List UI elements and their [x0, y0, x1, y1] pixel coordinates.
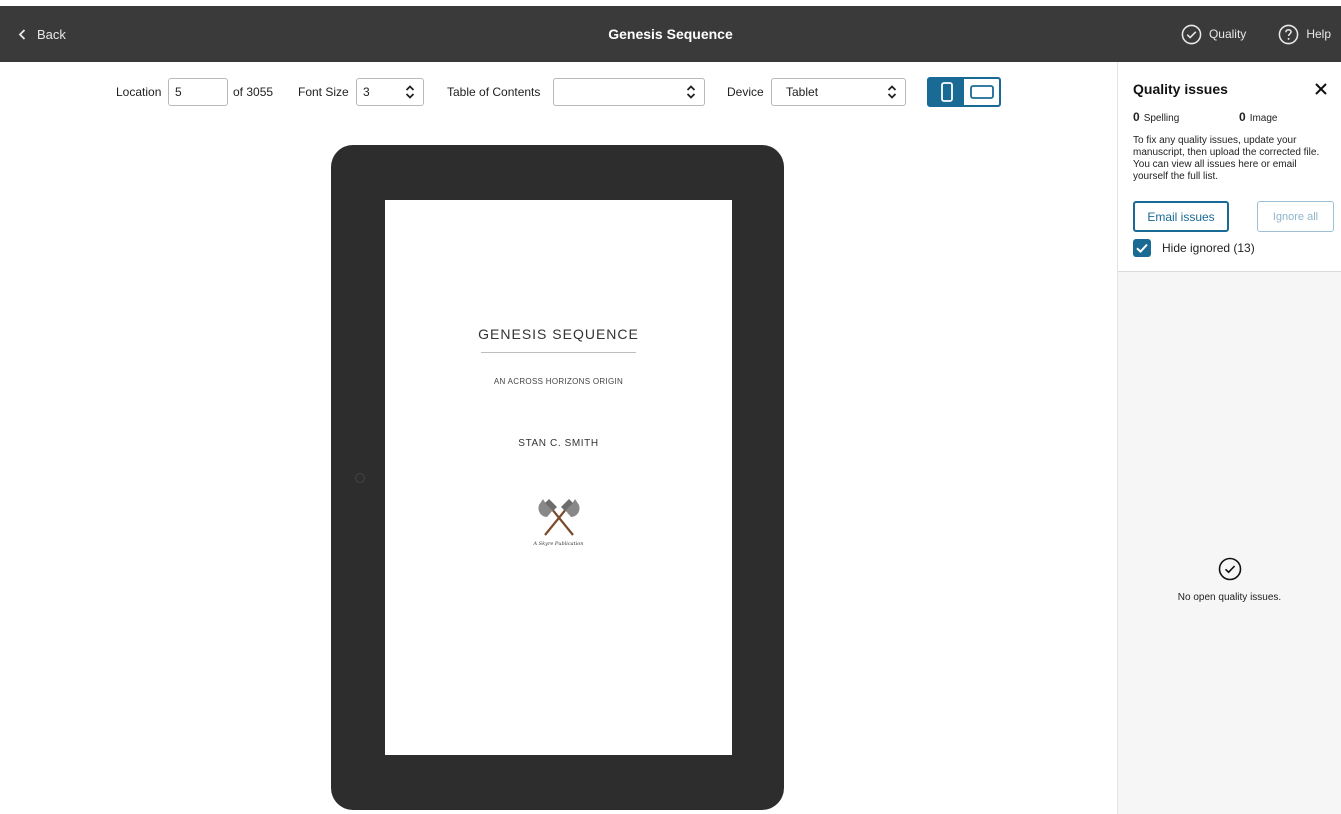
page-title: Genesis Sequence: [608, 26, 733, 42]
hide-ignored-label: Hide ignored (13): [1162, 241, 1255, 255]
help-button[interactable]: Help: [1278, 24, 1331, 45]
device-label: Device: [727, 85, 764, 99]
check-circle-icon: [1218, 557, 1241, 581]
tablet-camera: [355, 473, 365, 483]
location-field[interactable]: [168, 78, 228, 106]
publisher-logo-text: A Skyre Publication: [533, 541, 584, 547]
device-value: Tablet: [786, 85, 819, 99]
spelling-label: Spelling: [1143, 113, 1180, 124]
device-select[interactable]: Tablet: [771, 78, 906, 106]
check-circle-icon: [1181, 24, 1202, 44]
close-icon[interactable]: [1314, 82, 1328, 96]
spelling-stat: 0 Spelling: [1133, 110, 1179, 124]
orientation-toggle: [927, 77, 1001, 107]
book-title: GENESIS SEQUENCE: [478, 326, 639, 342]
spelling-count: 0: [1133, 110, 1140, 124]
tablet-preview: GENESIS SEQUENCE AN ACROSS HORIZONS ORIG…: [331, 145, 784, 810]
quality-label: Quality: [1208, 27, 1247, 41]
font-size-value: 3: [363, 85, 370, 99]
hide-ignored-checkbox[interactable]: [1133, 239, 1151, 257]
landscape-icon: [969, 85, 994, 99]
back-button[interactable]: Back: [18, 6, 66, 62]
location-total: of 3055: [233, 85, 274, 99]
quality-description: To fix any quality issues, update your m…: [1133, 135, 1320, 182]
quality-panel: Quality issues 0 Spelling 0 Image To fix a…: [1117, 62, 1341, 814]
chevron-left-icon: [18, 28, 26, 40]
top-nav: Quality Help: [1181, 6, 1331, 62]
quality-panel-title: Quality issues: [1133, 81, 1228, 97]
empty-state: No open quality issues.: [1118, 557, 1341, 603]
up-down-chevron-icon: [405, 85, 415, 99]
image-label: Image: [1249, 113, 1278, 124]
toc-label: Table of Contents: [447, 85, 541, 99]
preview-toolbar: Location of 3055 Font Size 3 Table of Co…: [0, 77, 1116, 107]
help-circle-icon: [1278, 24, 1299, 44]
up-down-chevron-icon: [686, 85, 696, 99]
back-label: Back: [37, 26, 66, 42]
ignore-all-button[interactable]: Ignore all: [1257, 201, 1334, 232]
font-size-select[interactable]: 3: [356, 78, 424, 106]
up-down-chevron-icon: [887, 85, 897, 99]
landscape-button[interactable]: [964, 79, 999, 105]
location-label: Location: [116, 85, 162, 99]
quality-panel-header: Quality issues 0 Spelling 0 Image To fix a…: [1118, 62, 1341, 272]
location-input[interactable]: [175, 85, 227, 99]
title-divider: [481, 352, 636, 353]
checkmark-icon: [1136, 243, 1148, 254]
email-issues-button[interactable]: Email issues: [1133, 201, 1229, 232]
quality-button[interactable]: Quality: [1181, 24, 1246, 45]
font-size-label: Font Size: [298, 85, 349, 99]
image-count: 0: [1239, 110, 1246, 124]
book-author: STAN C. SMITH: [518, 438, 599, 449]
portrait-icon: [940, 82, 953, 102]
book-subtitle: AN ACROSS HORIZONS ORIGIN: [493, 377, 624, 386]
top-bar: Back Genesis Sequence Quality Help: [0, 6, 1341, 62]
toc-select[interactable]: [553, 78, 705, 106]
empty-state-message: No open quality issues.: [1177, 592, 1282, 603]
help-label: Help: [1306, 27, 1331, 41]
portrait-button[interactable]: [929, 79, 964, 105]
image-stat: 0 Image: [1239, 110, 1277, 124]
crossed-axes-logo-icon: [538, 499, 580, 536]
tablet-screen: GENESIS SEQUENCE AN ACROSS HORIZONS ORIG…: [385, 200, 732, 755]
